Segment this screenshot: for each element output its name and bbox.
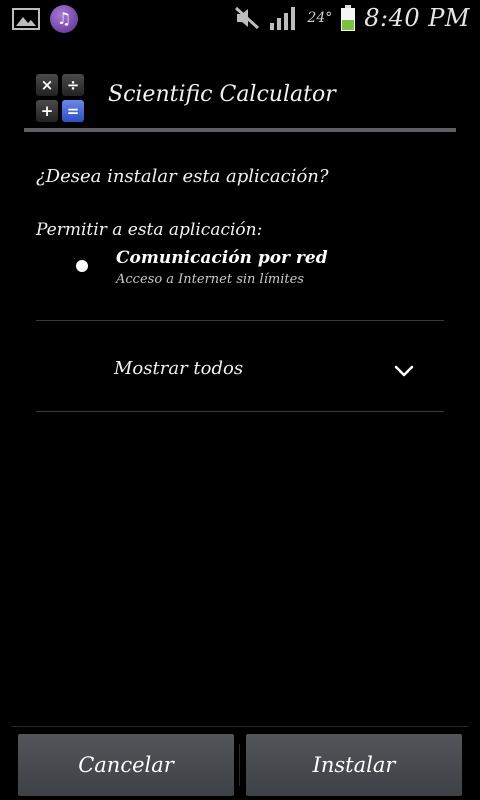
permission-title: Comunicación por red <box>116 248 328 268</box>
permission-item-network: Comunicación por red Acceso a Internet s… <box>76 246 436 294</box>
install-question: ¿Desea instalar esta aplicación? <box>36 166 329 187</box>
divider <box>36 411 444 412</box>
button-bar-divider <box>12 726 468 727</box>
plus-key-icon: + <box>36 100 58 122</box>
gallery-icon <box>12 7 40 31</box>
calculator-app-icon: × ÷ + = <box>36 74 84 122</box>
dialog-header: × ÷ + = Scientific Calculator <box>0 62 480 132</box>
header-divider <box>24 128 456 132</box>
chevron-down-icon <box>394 362 414 381</box>
divide-key-icon: ÷ <box>62 74 84 96</box>
mute-icon <box>233 5 261 31</box>
signal-icon <box>269 5 299 31</box>
app-title: Scientific Calculator <box>108 82 336 107</box>
battery-icon <box>340 4 356 32</box>
show-all-label: Mostrar todos <box>114 358 244 379</box>
multiply-key-icon: × <box>36 74 58 96</box>
status-bar-system: 24° 8:40 PM <box>233 4 470 32</box>
status-bar: ♫ 24° 8:40 PM <box>0 0 480 38</box>
temperature-readout: 24° <box>307 10 333 26</box>
divider <box>36 320 444 321</box>
bullet-icon <box>76 260 88 272</box>
permission-description: Acceso a Internet sin límites <box>116 272 304 287</box>
status-bar-notifications: ♫ <box>12 5 78 33</box>
permissions-label: Permitir a esta aplicación: <box>36 220 263 240</box>
clock: 8:40 PM <box>364 4 470 32</box>
button-separator <box>239 744 240 786</box>
install-button[interactable]: Instalar <box>246 734 462 796</box>
cancel-button[interactable]: Cancelar <box>18 734 234 796</box>
show-all-button[interactable]: Mostrar todos <box>36 322 444 410</box>
equals-key-icon: = <box>62 100 84 122</box>
music-icon: ♫ <box>50 5 78 33</box>
